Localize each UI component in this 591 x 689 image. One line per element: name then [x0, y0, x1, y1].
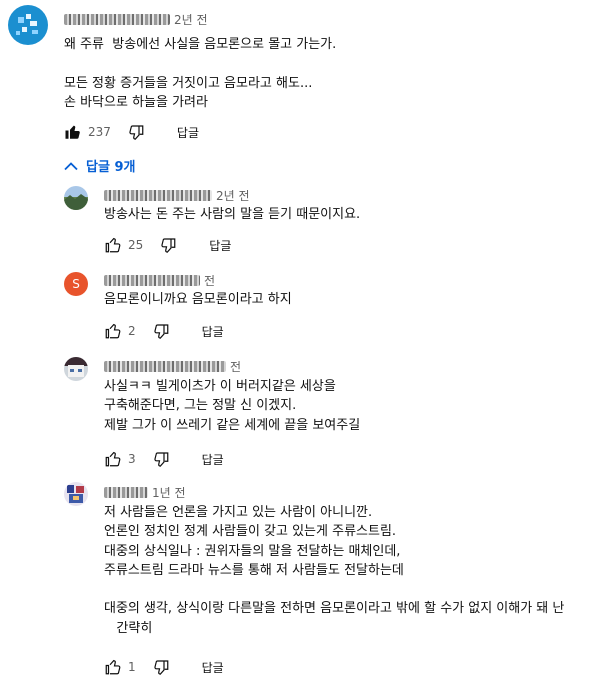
- comment-text: 왜 주류 방송에선 사실을 음모론으로 몰고 가는가. 모든 정황 증거들을 거…: [64, 37, 337, 110]
- like-count: 2: [128, 324, 136, 338]
- reply-avatar[interactable]: [64, 482, 88, 506]
- author-name-redacted[interactable]: [104, 190, 212, 201]
- reply-time[interactable]: 1년 전: [152, 484, 186, 501]
- author-name-redacted[interactable]: [64, 14, 170, 25]
- reply-button[interactable]: 답글: [209, 237, 231, 254]
- reply-button[interactable]: 답글: [202, 323, 224, 340]
- reply-meta: 전: [104, 272, 215, 289]
- reply-text: 음모론이니까요 음모론이라고 하지: [104, 292, 292, 307]
- like-count: 3: [128, 452, 136, 466]
- like-icon[interactable]: [104, 450, 122, 468]
- reply-button[interactable]: 답글: [202, 451, 224, 468]
- dislike-icon[interactable]: [159, 236, 177, 254]
- reply-text: 방송사는 돈 주는 사람의 말을 듣기 때문이지요.: [104, 207, 361, 222]
- replies-count-label: 답글 9개: [86, 160, 136, 175]
- comment-time[interactable]: 2년 전: [174, 11, 208, 28]
- reply-actions: 25 답글: [104, 236, 231, 254]
- comment-meta: 2년 전: [64, 11, 208, 28]
- replies-toggle-button[interactable]: 답글 9개: [64, 156, 135, 175]
- reply-actions: 1 답글: [104, 658, 224, 676]
- dislike-icon[interactable]: [152, 322, 170, 340]
- reply-time[interactable]: 전: [230, 358, 241, 375]
- reply-meta: 2년 전: [104, 187, 250, 204]
- author-name-redacted[interactable]: [104, 275, 200, 286]
- reply-button[interactable]: 답글: [202, 659, 224, 676]
- comment-actions: 237 답글: [64, 123, 199, 141]
- like-count: 237: [88, 125, 111, 139]
- dislike-icon[interactable]: [127, 123, 145, 141]
- reply-avatar[interactable]: [64, 357, 88, 381]
- reply-time[interactable]: 2년 전: [216, 187, 250, 204]
- dislike-icon[interactable]: [152, 658, 170, 676]
- reply-text: 저 사람들은 언론을 가지고 있는 사람이 아니니깐. 언론인 정치인 정계 사…: [104, 505, 565, 636]
- avatar[interactable]: [8, 5, 48, 45]
- reply-button[interactable]: 답글: [177, 124, 199, 141]
- reply-time[interactable]: 전: [204, 272, 215, 289]
- reply-text: 사실ㅋㅋ 빌게이츠가 이 버러지같은 세상을 구축해준다면, 그는 정말 신 이…: [104, 379, 361, 433]
- chevron-up-icon: [64, 161, 78, 170]
- like-icon[interactable]: [104, 322, 122, 340]
- landscape-avatar-icon: [64, 194, 88, 210]
- like-icon[interactable]: [104, 236, 122, 254]
- reply-meta: 1년 전: [104, 484, 186, 501]
- author-name-redacted[interactable]: [104, 487, 148, 498]
- avatar-image-icon: [16, 14, 38, 35]
- avatar-letter: S: [72, 277, 80, 291]
- reply-actions: 3 답글: [104, 450, 224, 468]
- like-filled-icon[interactable]: [64, 123, 82, 141]
- like-count: 1: [128, 660, 136, 674]
- character-avatar-icon: [64, 357, 88, 377]
- author-name-redacted[interactable]: [104, 361, 226, 372]
- like-count: 25: [128, 238, 144, 252]
- reply-avatar[interactable]: S: [64, 272, 88, 296]
- like-icon[interactable]: [104, 658, 122, 676]
- character-avatar-icon: [67, 485, 84, 503]
- reply-avatar[interactable]: [64, 186, 88, 210]
- reply-meta: 전: [104, 358, 241, 375]
- reply-actions: 2 답글: [104, 322, 224, 340]
- dislike-icon[interactable]: [152, 450, 170, 468]
